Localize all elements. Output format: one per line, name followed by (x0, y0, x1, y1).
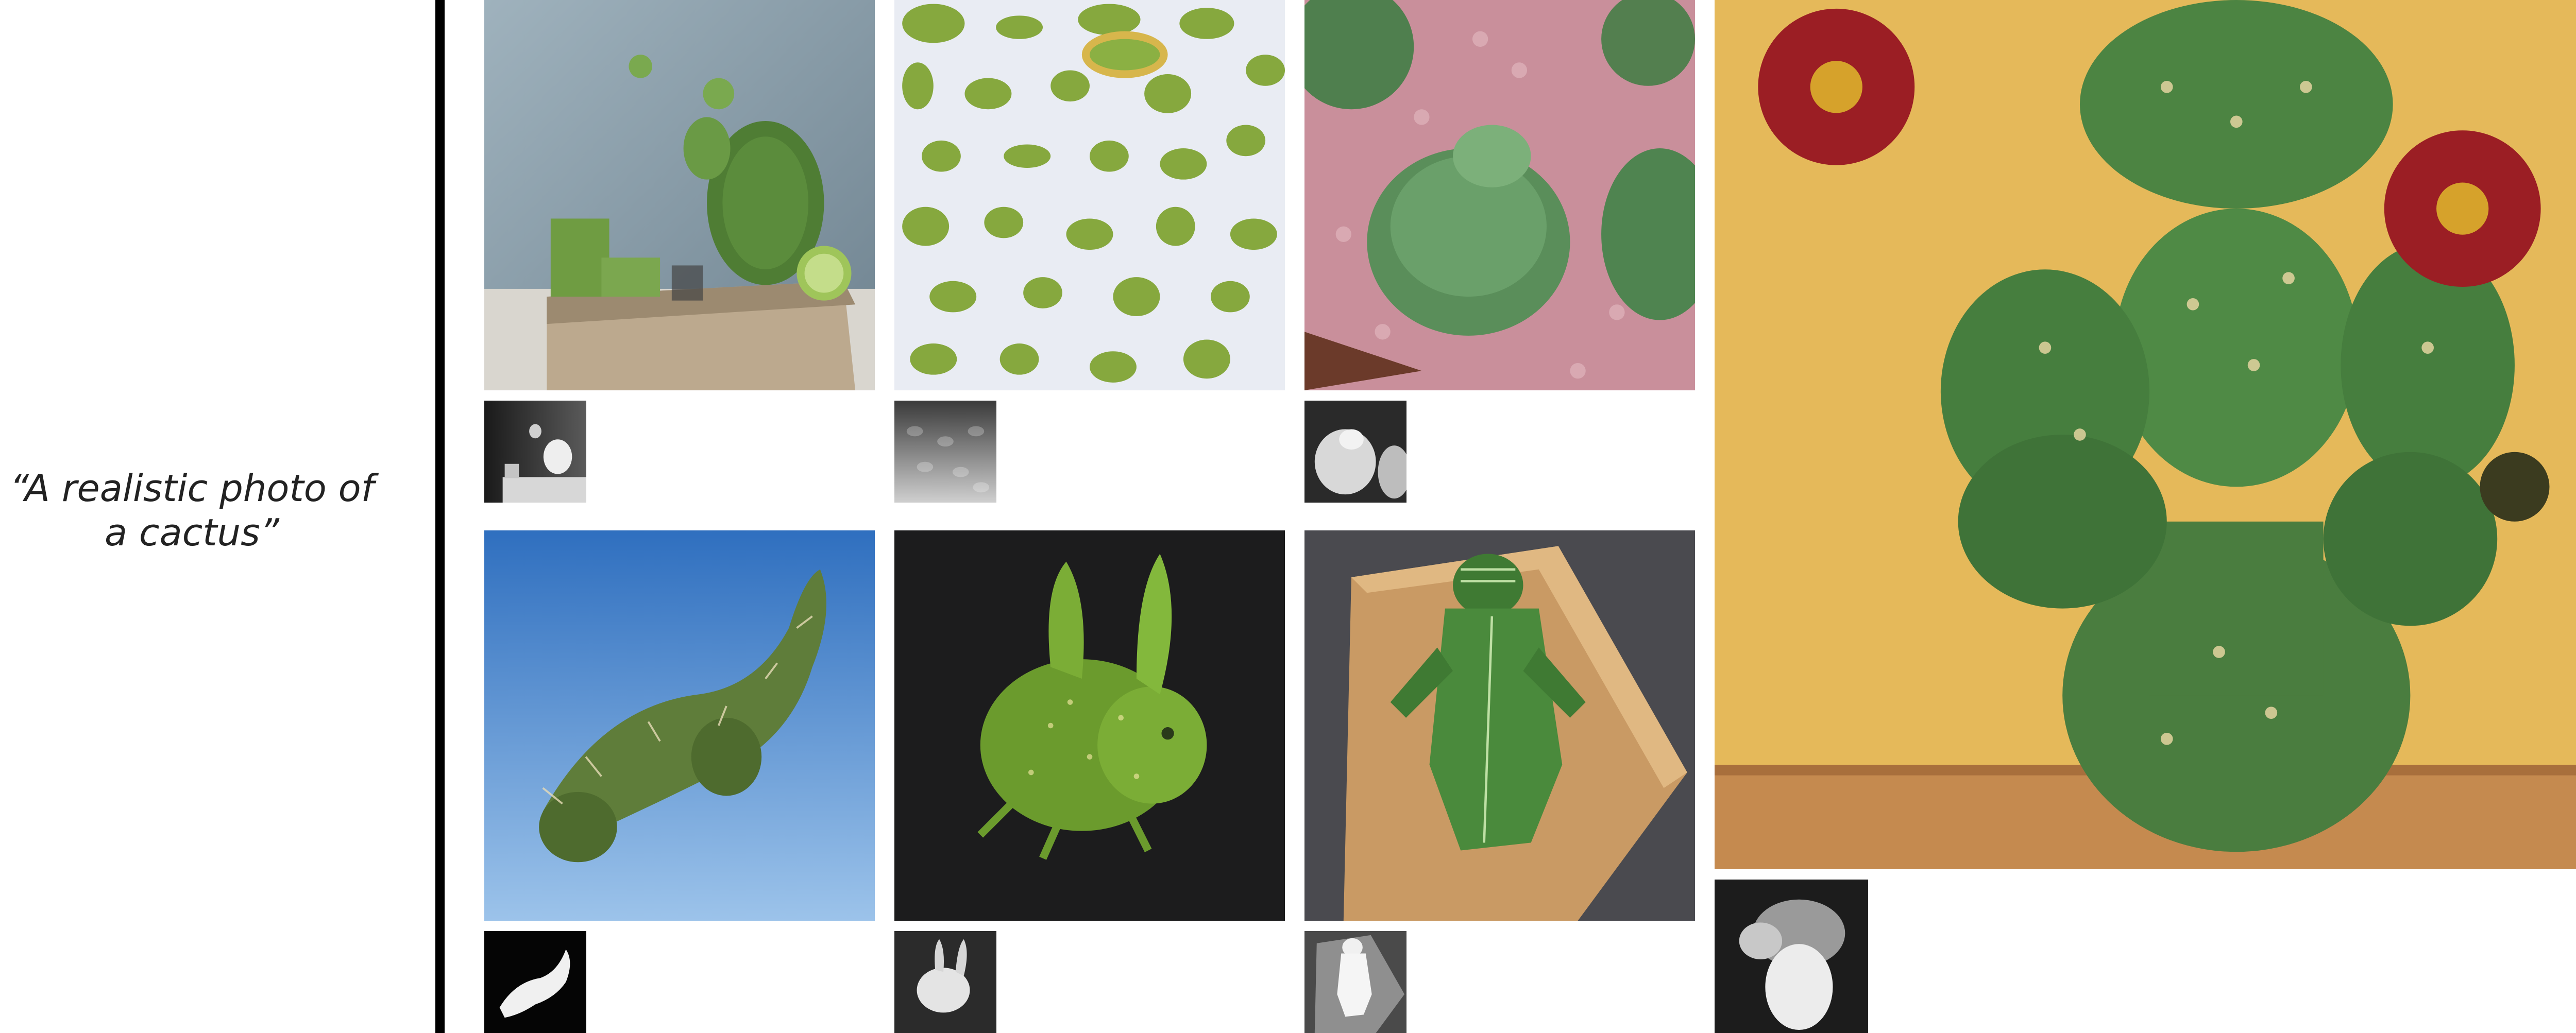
image-cactus-rabbit (894, 530, 1285, 921)
depth-map-6 (1304, 931, 1406, 1033)
image-cactus-figure (1304, 530, 1695, 921)
depth-map-5 (894, 931, 996, 1033)
image-cactus-sky (484, 530, 875, 921)
image-cactus-pebbles (1304, 0, 1695, 390)
depth-map-large (1715, 880, 1868, 1033)
prompt-caption: “A realistic photo of a cactus” (9, 467, 375, 554)
image-cactus-on-stone (484, 0, 875, 390)
vertical-divider (435, 0, 445, 1033)
depth-map-4 (484, 931, 586, 1033)
depth-map-2 (894, 401, 996, 503)
image-cactus-vase-painting (1715, 0, 2576, 869)
depth-map-1 (484, 401, 586, 503)
image-cactus-pieces (894, 0, 1285, 390)
depth-map-3 (1304, 401, 1406, 503)
